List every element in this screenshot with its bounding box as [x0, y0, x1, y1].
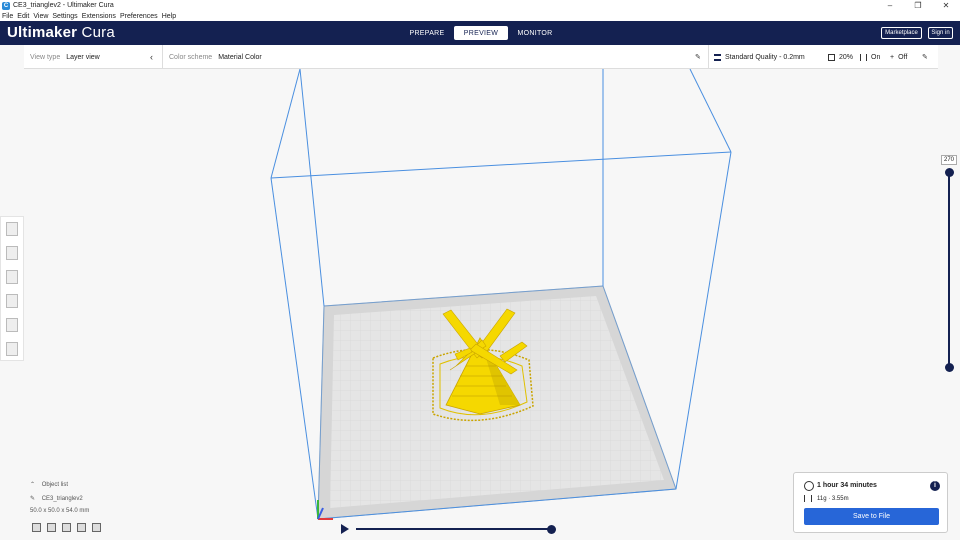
- view-type-label: View type: [30, 53, 61, 61]
- infill-setting[interactable]: 20%: [828, 45, 853, 69]
- window-title: CE3_trianglev2 - Ultimaker Cura: [13, 2, 114, 9]
- menu-view[interactable]: View: [33, 13, 48, 20]
- quality-icon: [714, 53, 721, 61]
- 3d-viewport[interactable]: [0, 69, 960, 540]
- layer-slider-bottom-handle[interactable]: [944, 363, 954, 372]
- path-slider-track[interactable]: [356, 528, 552, 530]
- menu-file[interactable]: File: [2, 13, 13, 20]
- save-to-file-button[interactable]: Save to File: [804, 508, 939, 525]
- stage-tabs: PREPARE PREVIEW MONITOR: [400, 26, 562, 40]
- print-settings-edit-icon[interactable]: ✎: [922, 45, 928, 69]
- object-name: CE3_trianglev2: [41, 496, 83, 502]
- menu-extensions[interactable]: Extensions: [82, 13, 116, 20]
- toolbar-divider: [162, 45, 163, 69]
- info-icon[interactable]: i: [930, 481, 940, 491]
- top-view-icon[interactable]: [62, 523, 71, 532]
- left-toolbar: [0, 216, 24, 361]
- rotate-tool-button[interactable]: [1, 265, 23, 289]
- layer-number-field[interactable]: 270: [941, 155, 957, 165]
- pencil-icon: ✎: [30, 496, 36, 502]
- support-icon: [860, 53, 867, 61]
- infill-value: 20%: [839, 53, 854, 61]
- per-model-settings-icon: [6, 318, 18, 332]
- quality-value: Standard Quality - 0.2mm: [725, 53, 805, 61]
- front-view-icon[interactable]: [47, 523, 56, 532]
- color-scheme-edit-icon[interactable]: ✎: [695, 45, 701, 69]
- adhesion-setting[interactable]: + Off: [890, 45, 907, 69]
- play-simulation-icon[interactable]: [341, 524, 349, 534]
- toolbar-divider: [708, 45, 709, 69]
- material-usage: 11g · 3.55m: [817, 496, 849, 502]
- camera-view-buttons: [32, 523, 107, 532]
- build-volume-scene: [270, 69, 732, 520]
- chevron-up-icon: ⌃: [30, 482, 36, 488]
- path-slider-handle[interactable]: [547, 524, 556, 534]
- move-icon: [6, 222, 18, 236]
- close-button[interactable]: ✕: [932, 1, 960, 10]
- print-settings-selector[interactable]: Standard Quality - 0.2mm: [714, 45, 805, 69]
- view-toolbar: View type Layer view ‹ Color scheme Mate…: [24, 45, 938, 69]
- tab-monitor[interactable]: MONITOR: [508, 26, 562, 40]
- mirror-icon: [6, 294, 18, 308]
- adhesion-icon: +: [890, 53, 895, 61]
- marketplace-button[interactable]: Marketplace: [881, 27, 922, 39]
- support-blocker-icon: [6, 342, 18, 356]
- color-scheme-label: Color scheme: [169, 53, 213, 61]
- adhesion-value: Off: [898, 53, 908, 61]
- 3d-view-icon[interactable]: [32, 523, 41, 532]
- object-list-toggle[interactable]: ⌃ Object list: [30, 481, 68, 488]
- support-blocker-button[interactable]: [1, 337, 23, 361]
- menu-edit[interactable]: Edit: [17, 13, 29, 20]
- print-summary-panel: 1 hour 34 minutes i 11g · 3.55m Save to …: [793, 472, 948, 533]
- menu-bar: File Edit View Settings Extensions Prefe…: [0, 11, 960, 21]
- move-tool-button[interactable]: [1, 217, 23, 241]
- collapse-chevron-icon[interactable]: ‹: [150, 45, 153, 69]
- per-model-settings-button[interactable]: [1, 313, 23, 337]
- object-name-row[interactable]: ✎ CE3_trianglev2: [30, 495, 83, 502]
- scale-tool-button[interactable]: [1, 241, 23, 265]
- tab-preview[interactable]: PREVIEW: [454, 26, 508, 40]
- clock-icon: [804, 481, 814, 491]
- view-type-value: Layer view: [66, 53, 100, 61]
- cura-app-icon: C: [2, 1, 10, 10]
- sign-in-button[interactable]: Sign in: [928, 27, 953, 39]
- layer-slider-track[interactable]: [948, 172, 950, 368]
- color-scheme-value: Material Color: [218, 53, 262, 61]
- tab-prepare[interactable]: PREPARE: [400, 26, 454, 40]
- print-time: 1 hour 34 minutes: [817, 482, 877, 489]
- support-value: On: [871, 53, 881, 61]
- infill-icon: [828, 53, 835, 61]
- view-type-selector[interactable]: View type Layer view: [30, 45, 100, 69]
- support-setting[interactable]: On: [860, 45, 880, 69]
- color-scheme-selector[interactable]: Color scheme Material Color: [169, 45, 262, 69]
- app-logo: Ultimaker Cura: [7, 24, 115, 41]
- object-dimensions: 50.0 x 50.0 x 54.0 mm: [30, 508, 90, 514]
- maximize-button[interactable]: ❐: [904, 1, 932, 10]
- logo-product: Cura: [81, 24, 115, 41]
- mirror-tool-button[interactable]: [1, 289, 23, 313]
- scale-icon: [6, 246, 18, 260]
- object-list-header: Object list: [41, 482, 69, 488]
- minimize-button[interactable]: –: [876, 1, 904, 10]
- logo-brand: Ultimaker: [7, 24, 78, 41]
- right-view-icon[interactable]: [92, 523, 101, 532]
- layer-slider-top-handle[interactable]: [944, 168, 954, 177]
- menu-help[interactable]: Help: [162, 13, 176, 20]
- window-titlebar: C CE3_trianglev2 - Ultimaker Cura – ❐ ✕: [0, 0, 960, 11]
- material-spool-icon: [804, 495, 812, 502]
- left-view-icon[interactable]: [77, 523, 86, 532]
- app-header: Ultimaker Cura PREPARE PREVIEW MONITOR M…: [0, 21, 960, 45]
- menu-settings[interactable]: Settings: [52, 13, 77, 20]
- rotate-icon: [6, 270, 18, 284]
- menu-preferences[interactable]: Preferences: [120, 13, 158, 20]
